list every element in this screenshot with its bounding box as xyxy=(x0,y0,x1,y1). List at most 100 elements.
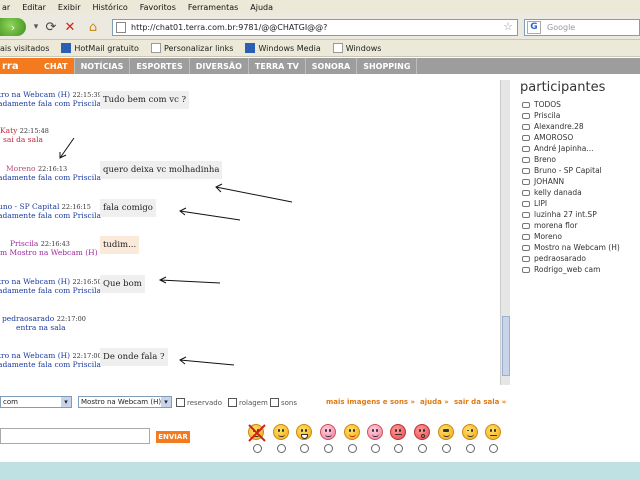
scrollbar-thumb[interactable] xyxy=(502,316,510,376)
mode-select[interactable]: com ▾ xyxy=(0,396,72,408)
bookmark-hotmail[interactable]: HotMail gratuito xyxy=(61,43,139,53)
checkbox-box[interactable] xyxy=(176,398,185,407)
participant-item[interactable]: Alexandre.28 xyxy=(516,121,640,132)
arrow-to-moreno xyxy=(59,137,75,159)
google-icon[interactable]: G xyxy=(527,21,541,34)
no-emoticon-icon[interactable] xyxy=(248,424,266,442)
menu-history[interactable]: Histórico xyxy=(93,3,128,12)
help-link[interactable]: ajuda » xyxy=(420,398,449,406)
tab-terra-tv[interactable]: TERRA TV xyxy=(249,58,306,74)
recipient-select[interactable]: Mostro na Webcam (H) ▾ xyxy=(78,396,172,408)
chat-bubble-icon xyxy=(522,266,530,273)
chat-bubble-icon xyxy=(522,156,530,163)
participant-item[interactable]: JOHANN xyxy=(516,176,640,187)
bookmark-windows-media[interactable]: Windows Media xyxy=(245,43,321,53)
participant-item[interactable]: AMOROSO xyxy=(516,132,640,143)
chat-messages-pane[interactable]: tro na Webcam (H) 22:15:39 adamente fala… xyxy=(0,80,500,385)
bookmarks-bar: ais visitados HotMail gratuito Personali… xyxy=(0,40,640,57)
annotation-arrows xyxy=(59,137,293,366)
leave-room-link[interactable]: sair da sala » xyxy=(454,398,506,406)
participant-item[interactable]: morena flor xyxy=(516,220,640,231)
emoticon-radio[interactable] xyxy=(489,444,498,453)
participant-item[interactable]: pedraosarado xyxy=(516,253,640,264)
tab-sonora[interactable]: SONORA xyxy=(306,58,358,74)
chat-scrollbar[interactable] xyxy=(500,80,510,385)
sounds-checkbox[interactable]: sons xyxy=(270,398,297,407)
participant-item[interactable]: Breno xyxy=(516,154,640,165)
chat-controls: com ▾ Mostro na Webcam (H) ▾ reservado r… xyxy=(0,396,640,412)
laugh-emoticon-icon[interactable] xyxy=(296,424,312,440)
cool-emoticon-icon[interactable] xyxy=(438,424,454,440)
emoticon-radio[interactable] xyxy=(348,444,357,453)
forward-arrow-icon[interactable]: › xyxy=(0,18,26,36)
emoticon-radio[interactable] xyxy=(277,444,286,453)
happy-emoticon-icon[interactable] xyxy=(367,424,383,440)
emoticon-radio[interactable] xyxy=(418,444,427,453)
menu-file[interactable]: ar xyxy=(2,3,10,12)
terra-logo[interactable]: rra xyxy=(0,58,38,74)
arrow-to-fala-comigo xyxy=(179,210,241,221)
home-icon[interactable]: ⌂ xyxy=(84,18,102,36)
bookmark-star-icon[interactable]: ☆ xyxy=(503,20,513,33)
chevron-down-icon[interactable]: ▾ xyxy=(161,397,171,407)
navigation-toolbar: › ▾ ⟳ ✕ ⌂ http://chat01.terra.com.br:978… xyxy=(0,14,640,40)
bookmark-most-visited[interactable]: ais visitados xyxy=(0,44,49,53)
more-images-link[interactable]: mais imagens e sons » xyxy=(326,398,415,406)
emoticon-radio[interactable] xyxy=(394,444,403,453)
checkbox-box[interactable] xyxy=(228,398,237,407)
tab-noticias[interactable]: NOTÍCIAS xyxy=(75,58,131,74)
surprised-emoticon-icon[interactable] xyxy=(414,424,430,440)
participant-item[interactable]: Rodrigo_web cam xyxy=(516,264,640,275)
reload-icon[interactable]: ⟳ xyxy=(44,18,58,36)
tab-esportes[interactable]: ESPORTES xyxy=(130,58,190,74)
participant-item[interactable]: Bruno - SP Capital xyxy=(516,165,640,176)
message-input[interactable] xyxy=(0,428,150,444)
grin-emoticon-icon[interactable] xyxy=(320,424,336,440)
msn-icon xyxy=(245,43,256,53)
history-dropdown-icon[interactable]: ▾ xyxy=(30,18,42,36)
sad-emoticon-icon[interactable] xyxy=(485,424,501,440)
page-icon xyxy=(116,22,126,33)
address-bar[interactable]: http://chat01.terra.com.br:9781/@@CHATGI… xyxy=(112,19,518,36)
chat-bubble-icon xyxy=(522,101,530,108)
stop-icon[interactable]: ✕ xyxy=(62,18,78,36)
wink-emoticon-icon[interactable] xyxy=(462,424,478,440)
participant-item[interactable]: Moreno xyxy=(516,231,640,242)
emoticon-radio[interactable] xyxy=(324,444,333,453)
chat-bubble-icon xyxy=(522,112,530,119)
emoticon-radio[interactable] xyxy=(300,444,309,453)
bookmark-customize-links[interactable]: Personalizar links xyxy=(150,43,233,53)
tab-chat[interactable]: CHAT xyxy=(38,58,75,74)
menu-help[interactable]: Ajuda xyxy=(250,3,273,12)
emoticon-radio[interactable] xyxy=(253,444,262,453)
bookmark-windows[interactable]: Windows xyxy=(332,43,381,53)
angry-emoticon-icon[interactable] xyxy=(390,424,406,440)
smile-emoticon-icon[interactable] xyxy=(273,424,289,440)
menu-tools[interactable]: Ferramentas xyxy=(188,3,238,12)
chat-bubble-icon xyxy=(522,200,530,207)
participant-item[interactable]: luzinha 27 int.SP xyxy=(516,209,640,220)
tongue-emoticon-icon[interactable] xyxy=(344,424,360,440)
participant-item[interactable]: LIPI xyxy=(516,198,640,209)
emoticon-radio[interactable] xyxy=(371,444,380,453)
send-button[interactable]: ENVIAR xyxy=(156,431,190,443)
emoticon-radio[interactable] xyxy=(442,444,451,453)
menu-favorites[interactable]: Favoritos xyxy=(140,3,176,12)
search-box[interactable]: G Google xyxy=(524,19,640,36)
reserved-checkbox[interactable]: reservado xyxy=(176,398,222,407)
checkbox-box[interactable] xyxy=(270,398,279,407)
scroll-checkbox[interactable]: rolagem xyxy=(228,398,268,407)
menu-view[interactable]: Exibir xyxy=(58,3,81,12)
chat-bubble-icon xyxy=(522,134,530,141)
participant-item[interactable]: kelly danada xyxy=(516,187,640,198)
participant-item[interactable]: André Japinha... xyxy=(516,143,640,154)
participant-item[interactable]: TODOS xyxy=(516,99,640,110)
participant-item[interactable]: Priscila xyxy=(516,110,640,121)
tab-shopping[interactable]: SHOPPING xyxy=(357,58,418,74)
chat-bubble-icon xyxy=(522,189,530,196)
participant-item[interactable]: Mostro na Webcam (H) xyxy=(516,242,640,253)
emoticon-radio[interactable] xyxy=(466,444,475,453)
tab-diversao[interactable]: DIVERSÃO xyxy=(190,58,249,74)
chevron-down-icon[interactable]: ▾ xyxy=(61,397,71,407)
menu-edit[interactable]: Editar xyxy=(22,3,46,12)
